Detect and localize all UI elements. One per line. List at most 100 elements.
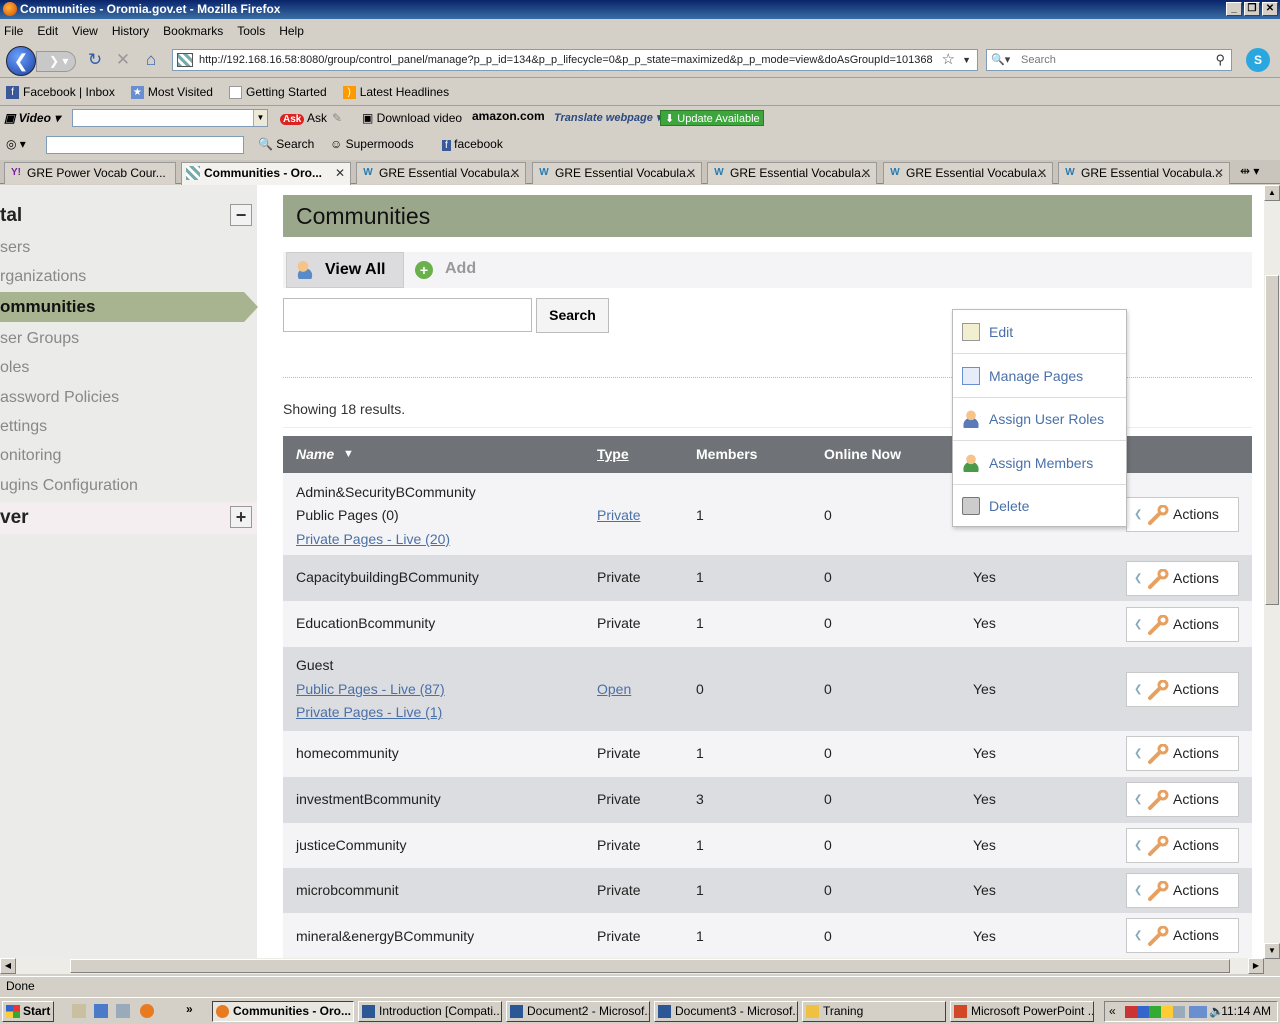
menu-help[interactable]: Help: [279, 24, 304, 38]
forward-button[interactable]: ❯ ▾: [36, 51, 76, 72]
close-tab-icon[interactable]: ✕: [510, 163, 520, 183]
private-pages-link[interactable]: Private Pages - Live (1): [296, 704, 442, 720]
back-button[interactable]: ❮: [6, 46, 36, 76]
search-go-icon[interactable]: ⚲: [1215, 50, 1225, 70]
sidebar-item-settings[interactable]: ettings: [0, 418, 47, 436]
public-pages-link[interactable]: Public Pages - Live (87): [296, 681, 445, 697]
sidebar-item-password-policies[interactable]: assword Policies: [0, 389, 119, 407]
private-pages-link[interactable]: Private Pages - Live (20): [296, 531, 450, 547]
task-word-introduction[interactable]: Introduction [Compati...: [358, 1001, 502, 1022]
scroll-up-arrow[interactable]: ▲: [1264, 185, 1280, 201]
type-link[interactable]: Open: [597, 681, 631, 697]
amazon-button[interactable]: amazon.com: [472, 109, 545, 123]
scroll-thumb[interactable]: [1265, 275, 1279, 605]
translate-button[interactable]: Translate webpage ▾: [554, 111, 661, 124]
bookmark-getting-started[interactable]: Getting Started: [228, 85, 327, 99]
sidebar-item-organizations[interactable]: rganizations: [0, 268, 86, 286]
more-icon[interactable]: »: [186, 1002, 193, 1016]
menu-edit[interactable]: Edit: [37, 24, 58, 38]
search-engine-icon[interactable]: 🔍▾: [991, 50, 1010, 70]
task-word-document2[interactable]: Document2 - Microsof...: [506, 1001, 650, 1022]
bookmark-facebook[interactable]: f Facebook | Inbox: [6, 85, 115, 99]
quicklaunch-icon[interactable]: [116, 1004, 130, 1018]
video-combo[interactable]: ▼: [72, 109, 268, 127]
close-tab-icon[interactable]: ✕: [1037, 163, 1047, 183]
menu-bookmarks[interactable]: Bookmarks: [163, 24, 223, 38]
download-video-button[interactable]: ▣ Download video: [362, 111, 462, 125]
bookmark-most-visited[interactable]: ★ Most Visited: [130, 85, 213, 99]
restore-button[interactable]: ❐: [1244, 2, 1260, 16]
actions-button[interactable]: ❮ Actions: [1126, 873, 1239, 908]
actions-button[interactable]: ❮ Actions: [1126, 736, 1239, 771]
vertical-scrollbar[interactable]: ▲ ▼: [1264, 185, 1280, 959]
pencil-icon[interactable]: ✎: [332, 111, 342, 125]
clock[interactable]: 11:14 AM: [1221, 1002, 1271, 1021]
start-button[interactable]: Start: [2, 1001, 54, 1022]
close-tab-icon[interactable]: ✕: [335, 163, 345, 183]
close-tab-icon[interactable]: ✕: [1214, 163, 1224, 183]
menu-item-assign-user-roles[interactable]: Assign User Roles: [953, 397, 1126, 441]
menu-item-manage-pages[interactable]: Manage Pages: [953, 354, 1126, 398]
tab-communities[interactable]: Communities - Oro... ✕: [181, 162, 351, 185]
tab-gre-essential-5[interactable]: W GRE Essential Vocabula... ✕: [1058, 162, 1230, 184]
search-button[interactable]: Search: [536, 298, 609, 333]
minimize-button[interactable]: _: [1226, 2, 1242, 16]
ask-button[interactable]: Ask Ask: [280, 111, 327, 125]
scroll-right-arrow[interactable]: ▶: [1248, 958, 1264, 974]
actions-button[interactable]: ❮ Actions: [1126, 782, 1239, 817]
reload-icon[interactable]: ↻: [86, 51, 104, 69]
tab-gre-essential-2[interactable]: W GRE Essential Vocabula... ✕: [532, 162, 702, 184]
actions-button[interactable]: ❮ Actions: [1126, 497, 1239, 532]
type-link[interactable]: Private: [597, 507, 641, 523]
network-icon[interactable]: [1189, 1006, 1207, 1018]
sidebar-item-user-groups[interactable]: ser Groups: [0, 330, 79, 348]
menu-file[interactable]: File: [4, 24, 23, 38]
stop-icon[interactable]: ✕: [114, 51, 132, 69]
actions-button[interactable]: ❮ Actions: [1126, 918, 1239, 953]
browser-search-input[interactable]: 🔍▾ Search ⚲: [986, 49, 1232, 71]
toolbar-search-input[interactable]: [46, 136, 244, 154]
tab-gre-essential-4[interactable]: W GRE Essential Vocabula... ✕: [883, 162, 1053, 184]
actions-button[interactable]: ❮ Actions: [1126, 607, 1239, 642]
actions-button[interactable]: ❮ Actions: [1126, 672, 1239, 707]
collapse-icon[interactable]: −: [230, 204, 252, 226]
facebook-button[interactable]: f facebook: [442, 137, 503, 151]
supermoods-button[interactable]: ☺ Supermoods: [330, 137, 414, 151]
view-all-tab[interactable]: View All: [286, 252, 404, 288]
task-firefox[interactable]: Communities - Oro...: [212, 1001, 354, 1022]
address-bar[interactable]: http://192.168.16.58:8080/group/control_…: [172, 49, 978, 71]
menu-view[interactable]: View: [72, 24, 98, 38]
menu-item-delete[interactable]: Delete: [953, 484, 1126, 528]
skype-icon[interactable]: S: [1246, 48, 1270, 72]
firefox-icon[interactable]: [140, 1004, 154, 1018]
sidebar-section-server[interactable]: ver +: [0, 502, 257, 534]
tab-gre-essential-3[interactable]: W GRE Essential Vocabula... ✕: [707, 162, 877, 184]
scroll-left-arrow[interactable]: ◀: [0, 958, 16, 974]
actions-button[interactable]: ❮ Actions: [1126, 828, 1239, 863]
task-word-document3[interactable]: Document3 - Microsof...: [654, 1001, 798, 1022]
tab-gre-essential-1[interactable]: W GRE Essential Vocabula... ✕: [356, 162, 526, 184]
expand-icon[interactable]: +: [230, 506, 252, 528]
tab-gre-power-vocab[interactable]: Y! GRE Power Vocab Cour...: [4, 162, 176, 184]
close-tab-icon[interactable]: ✕: [686, 163, 696, 183]
video-button[interactable]: ▣ Video ▾: [4, 111, 60, 125]
sidebar-item-communities[interactable]: ommunities: [0, 292, 258, 322]
tray-expand-icon[interactable]: «: [1109, 1002, 1116, 1021]
menu-history[interactable]: History: [112, 24, 149, 38]
url-dropdown-icon[interactable]: ▼: [962, 50, 971, 70]
sidebar-item-roles[interactable]: oles: [0, 359, 29, 377]
add-tab[interactable]: + Add: [413, 252, 493, 288]
bookmark-star-icon[interactable]: ☆: [942, 50, 955, 70]
horizontal-scrollbar[interactable]: ◀ ▶: [0, 958, 1264, 974]
menu-item-assign-members[interactable]: Assign Members: [953, 441, 1126, 485]
home-icon[interactable]: ⌂: [142, 51, 160, 69]
toolbar-search-button[interactable]: 🔍 Search: [258, 137, 314, 151]
desktop-icon[interactable]: [94, 1004, 108, 1018]
tab-list-icon[interactable]: ⇹ ▾: [1240, 164, 1259, 178]
task-powerpoint[interactable]: Microsoft PowerPoint ...: [950, 1001, 1094, 1022]
update-available-button[interactable]: ⬇ Update Available: [660, 110, 764, 126]
scroll-thumb[interactable]: [70, 959, 1230, 973]
actions-button[interactable]: ❮ Actions: [1126, 561, 1239, 596]
sort-by-type[interactable]: Type: [597, 436, 629, 473]
sidebar-item-monitoring[interactable]: onitoring: [0, 447, 61, 465]
